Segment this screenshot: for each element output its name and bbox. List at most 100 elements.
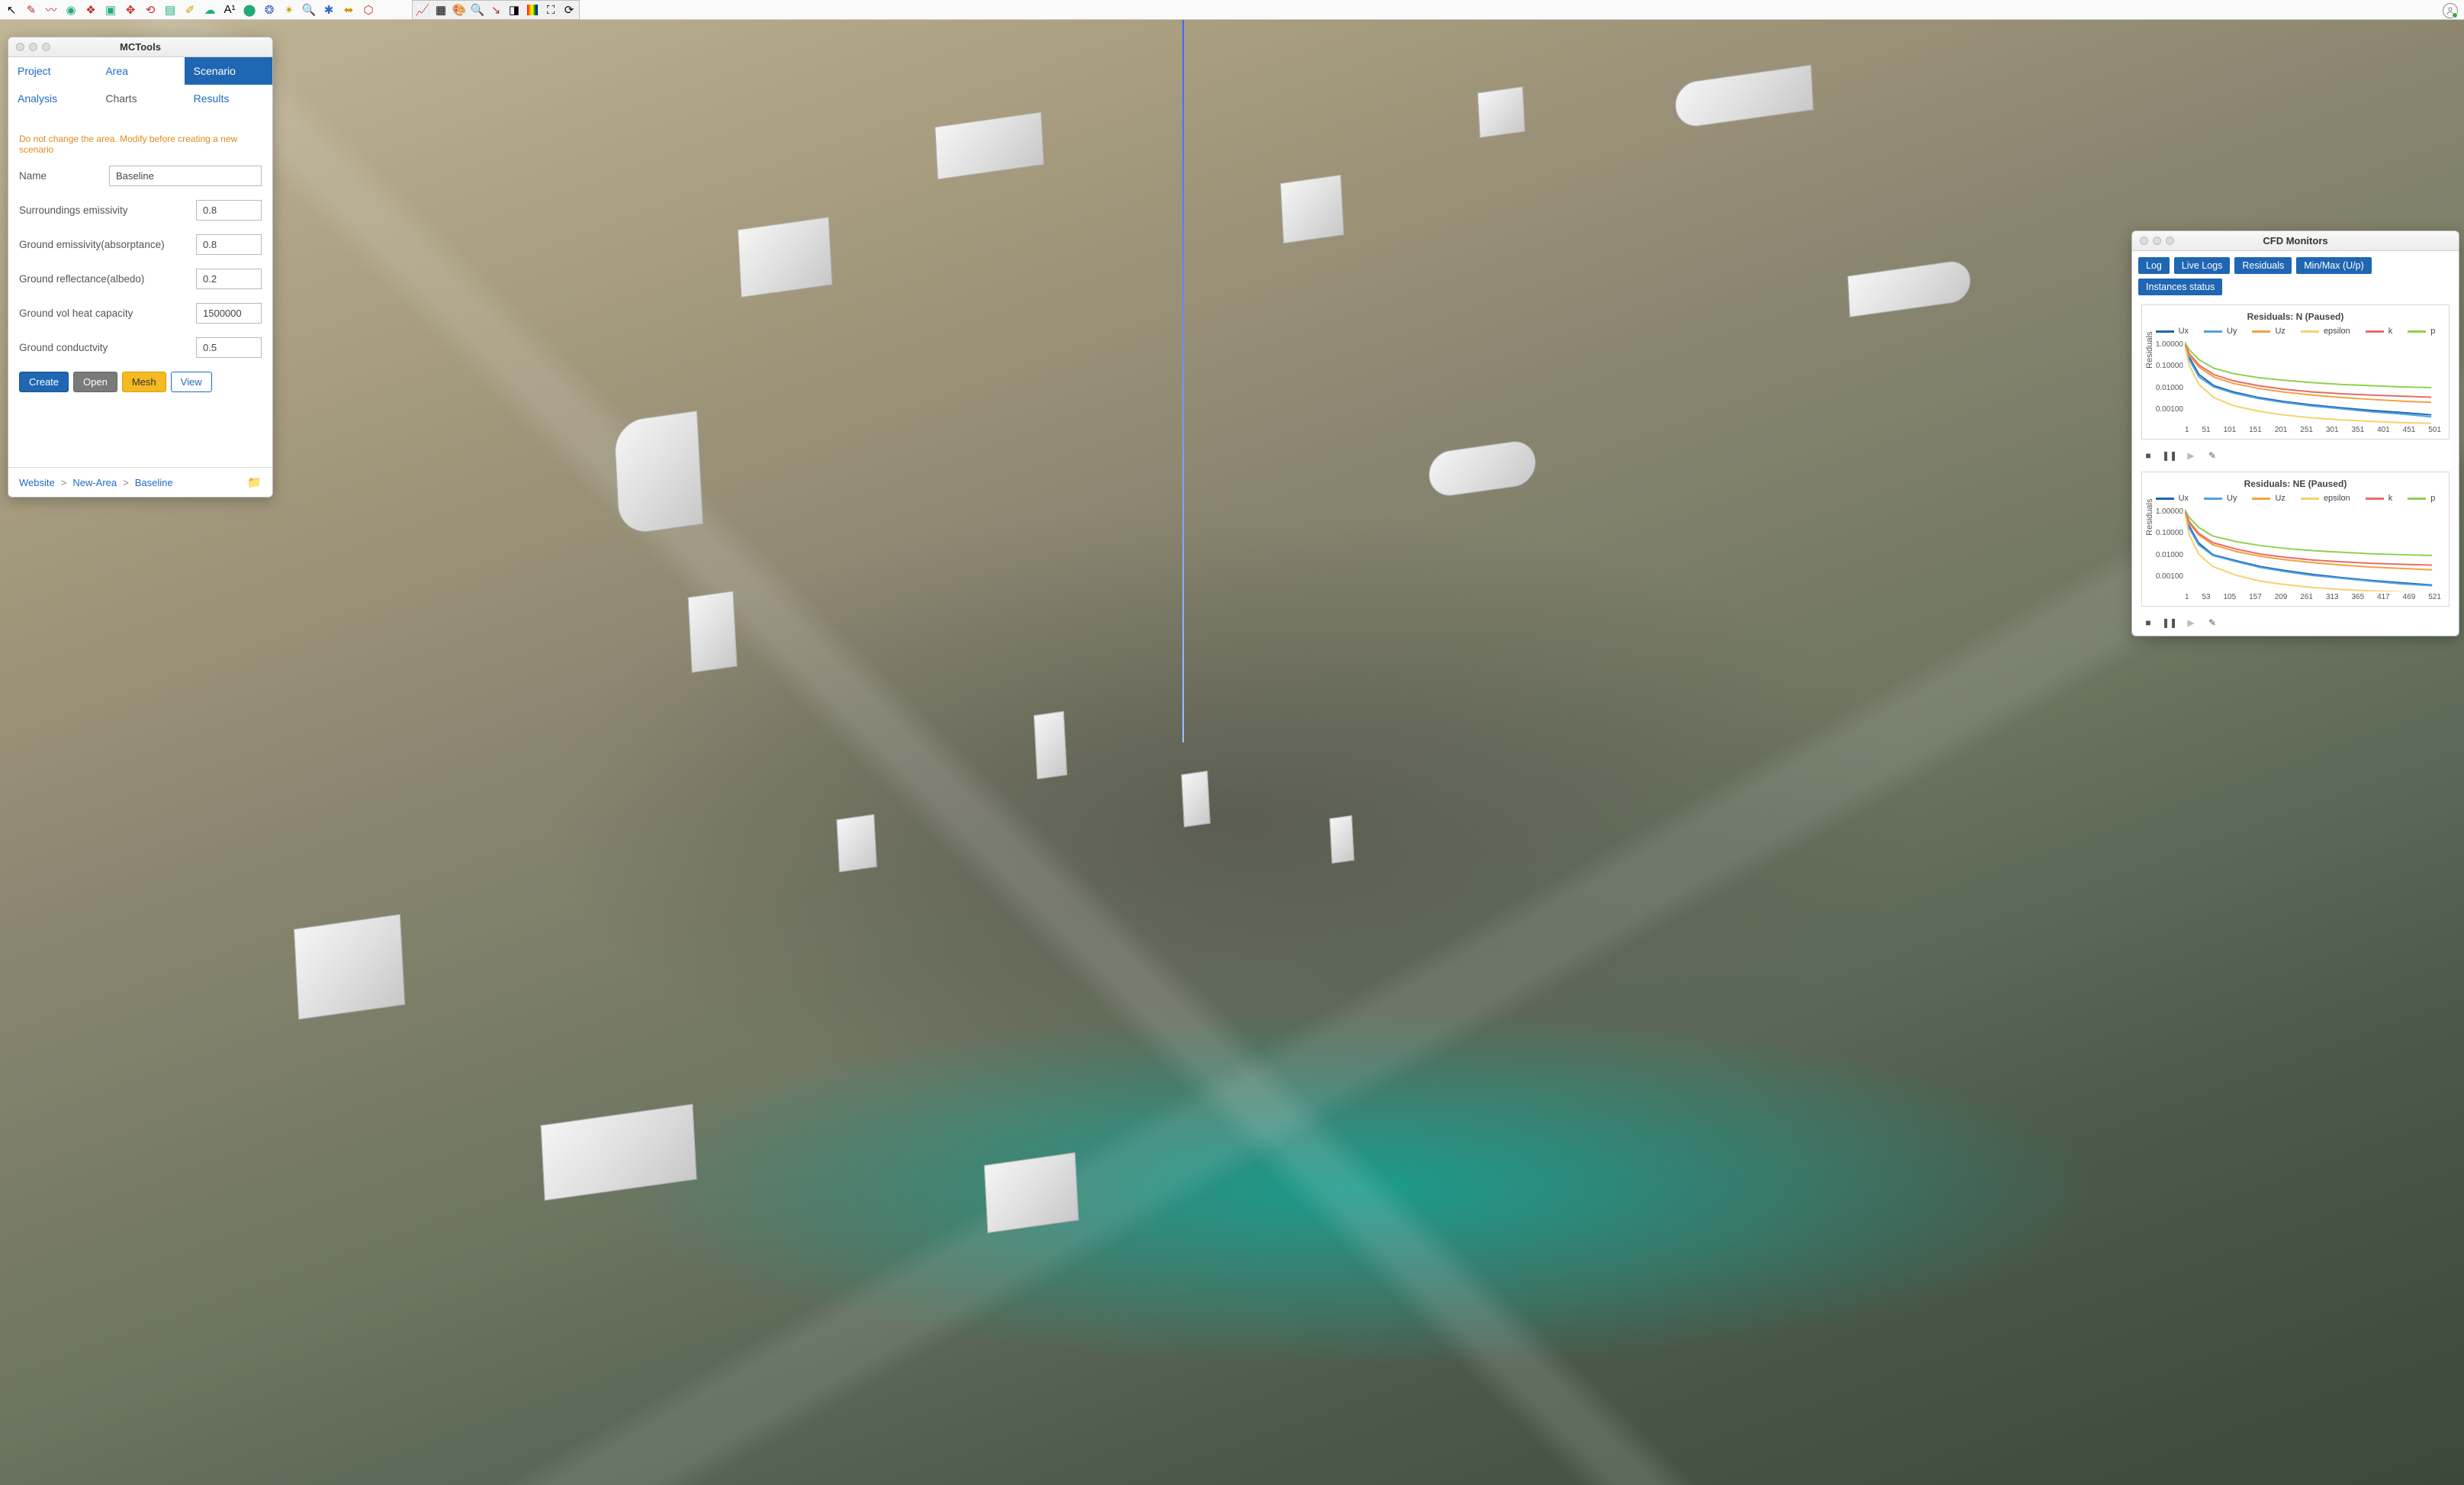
y-ticks: 1.000000.100000.010000.00100: [2153, 340, 2183, 414]
cube-icon[interactable]: ▣: [102, 2, 119, 18]
chevron-right-icon: >: [61, 477, 67, 488]
wind-icon[interactable]: ↘: [487, 2, 504, 18]
wand-icon[interactable]: ✴: [281, 2, 298, 18]
maximize-icon[interactable]: [42, 43, 50, 51]
cfd-titlebar[interactable]: CFD Monitors: [2132, 231, 2459, 251]
fullscreen-icon[interactable]: ⛶: [542, 2, 559, 18]
chart-title: Residuals: NE (Paused): [2147, 478, 2444, 489]
create-button[interactable]: Create: [19, 372, 69, 392]
ground-emissivity-input[interactable]: [196, 234, 262, 255]
mesh-button[interactable]: Mesh: [122, 372, 166, 392]
chart-plot: [2185, 340, 2441, 424]
search-icon[interactable]: 🔍: [301, 2, 317, 18]
legend-swatch: [2408, 498, 2426, 500]
pause-icon[interactable]: ❚❚: [2164, 617, 2175, 628]
edit-icon[interactable]: ✎: [2207, 617, 2218, 628]
cfd-tab-log[interactable]: Log: [2138, 257, 2170, 274]
paint-icon[interactable]: ✐: [182, 2, 198, 18]
open-button[interactable]: Open: [73, 372, 117, 392]
ground-reflectance-input[interactable]: [196, 269, 262, 289]
minimize-icon[interactable]: [29, 43, 37, 51]
cfd-tabs: Log Live Logs Residuals Min/Max (U/p) In…: [2132, 251, 2459, 301]
breadcrumb: Website > New-Area > Baseline 📁: [8, 467, 272, 497]
layers-icon[interactable]: ❖: [82, 2, 99, 18]
legend-swatch: [2204, 330, 2222, 333]
tab-charts[interactable]: Charts: [96, 85, 184, 112]
zoom-fit-icon[interactable]: 🔍: [469, 2, 486, 18]
breadcrumb-website[interactable]: Website: [19, 477, 55, 488]
legend-item: Ux: [2156, 327, 2189, 336]
legend-label: epsilon: [2324, 494, 2350, 503]
move-icon[interactable]: ✥: [122, 2, 139, 18]
breadcrumb-scenario[interactable]: Baseline: [135, 477, 173, 488]
cursor-icon[interactable]: ↖: [3, 2, 20, 18]
target-icon[interactable]: ◉: [63, 2, 79, 18]
cfd-tab-instances[interactable]: Instances status: [2138, 279, 2222, 295]
legend-label: p: [2430, 327, 2435, 336]
join-icon[interactable]: ✱: [320, 2, 337, 18]
close-icon[interactable]: [2140, 237, 2148, 245]
pencil-icon[interactable]: ✎: [23, 2, 40, 18]
palette-icon[interactable]: 🎨: [451, 2, 468, 18]
legend-swatch: [2156, 330, 2174, 333]
ground-conductivity-label: Ground conductvity: [19, 342, 196, 353]
legend-item: k: [2366, 327, 2393, 336]
cfd-tab-livelogs[interactable]: Live Logs: [2174, 257, 2231, 274]
colorbar-icon[interactable]: [524, 2, 541, 18]
dimension-icon[interactable]: ⬌: [340, 2, 357, 18]
ground-reflectance-label: Ground reflectance(albedo): [19, 273, 196, 285]
stop-icon[interactable]: ■: [2143, 617, 2154, 628]
edit-icon[interactable]: ✎: [2207, 450, 2218, 461]
shield-icon[interactable]: ⬡: [360, 2, 377, 18]
refresh-icon[interactable]: ⟳: [561, 2, 577, 18]
curve-icon[interactable]: 〰: [43, 2, 60, 18]
globe-icon[interactable]: ❂: [261, 2, 278, 18]
play-icon[interactable]: ▶: [2186, 450, 2196, 461]
cfd-tab-residuals[interactable]: Residuals: [2234, 257, 2292, 274]
folder-icon[interactable]: 📁: [247, 475, 262, 489]
chart-plot: [2185, 507, 2441, 591]
chart-controls: ■ ❚❚ ▶ ✎: [2132, 613, 2459, 636]
legend-label: k: [2388, 494, 2393, 503]
tab-area[interactable]: Area: [96, 57, 184, 85]
tab-project[interactable]: Project: [8, 57, 96, 85]
legend-label: Ux: [2179, 494, 2189, 503]
minimize-icon[interactable]: [2153, 237, 2161, 245]
mctools-titlebar[interactable]: MCTools: [8, 37, 272, 57]
tab-results[interactable]: Results: [185, 85, 272, 112]
axes-icon[interactable]: 📈: [414, 2, 431, 18]
tab-scenario[interactable]: Scenario: [185, 57, 272, 85]
viewport-3d[interactable]: [0, 0, 2464, 1485]
view-button[interactable]: View: [171, 372, 212, 392]
shade-icon[interactable]: ◨: [506, 2, 523, 18]
ground-emissivity-label: Ground emissivity(absorptance): [19, 239, 196, 250]
legend-swatch: [2301, 498, 2319, 500]
ground-conductivity-input[interactable]: [196, 337, 262, 358]
sphere-icon[interactable]: ⬤: [241, 2, 258, 18]
bubble-icon[interactable]: ☁: [201, 2, 218, 18]
play-icon[interactable]: ▶: [2186, 617, 2196, 628]
legend-item: Uz: [2252, 494, 2285, 503]
pause-icon[interactable]: ❚❚: [2164, 450, 2175, 461]
legend-label: k: [2388, 327, 2393, 336]
maximize-icon[interactable]: [2166, 237, 2174, 245]
close-icon[interactable]: [16, 43, 24, 51]
profile-avatar[interactable]: [2443, 3, 2458, 18]
tab-analysis[interactable]: Analysis: [8, 85, 96, 112]
mctools-panel: MCTools Project Area Scenario Analysis C…: [8, 37, 273, 498]
name-input[interactable]: [109, 166, 262, 186]
ground-heat-capacity-input[interactable]: [196, 303, 262, 324]
cfd-tab-minmax[interactable]: Min/Max (U/p): [2296, 257, 2371, 274]
surroundings-emissivity-input[interactable]: [196, 200, 262, 221]
legend-item: Ux: [2156, 494, 2189, 503]
rotate-icon[interactable]: ⟲: [142, 2, 159, 18]
legend-label: Ux: [2179, 327, 2189, 336]
grid-icon[interactable]: ▦: [433, 2, 449, 18]
stop-icon[interactable]: ■: [2143, 450, 2154, 461]
legend-swatch: [2301, 330, 2319, 333]
chart-title: Residuals: N (Paused): [2147, 311, 2444, 322]
legend-item: p: [2408, 494, 2435, 503]
label-icon[interactable]: A¹: [221, 2, 238, 18]
breadcrumb-area[interactable]: New-Area: [72, 477, 117, 488]
edit-doc-icon[interactable]: ▤: [162, 2, 179, 18]
